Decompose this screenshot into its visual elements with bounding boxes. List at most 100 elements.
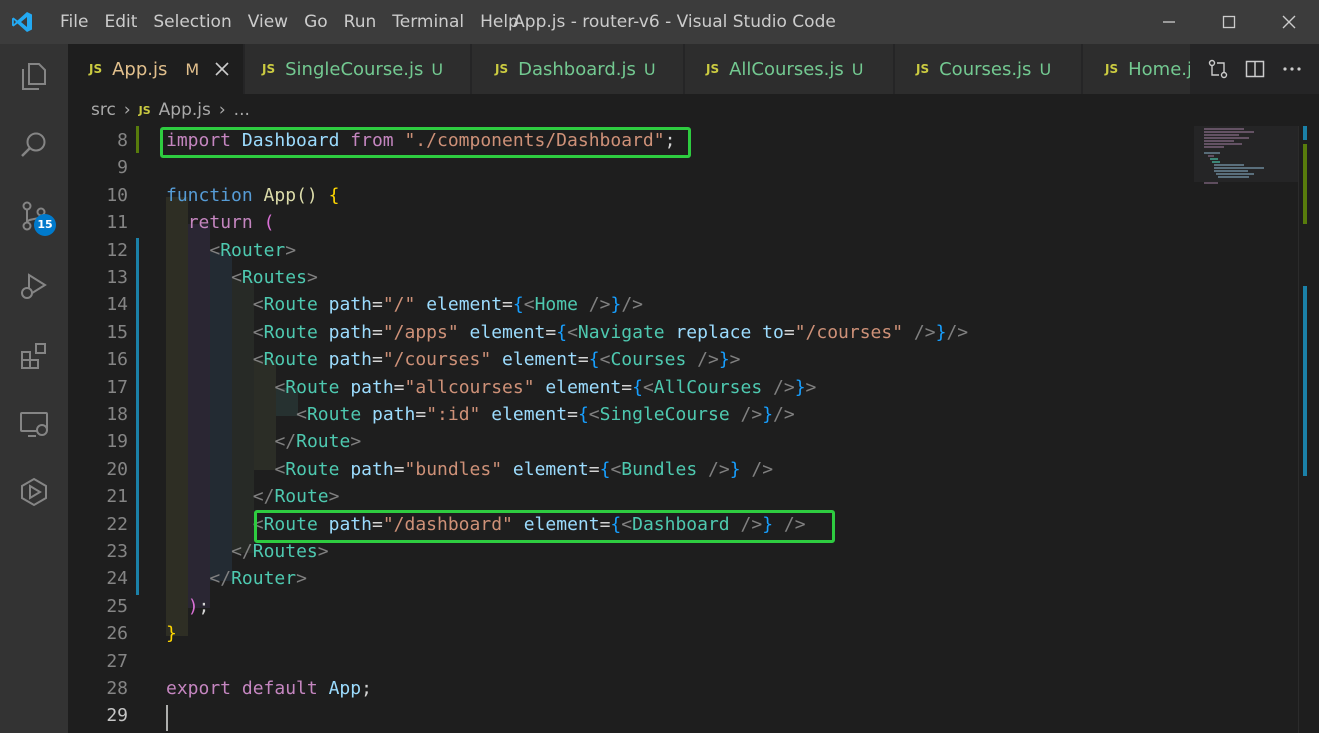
- line-number: 19: [106, 431, 128, 453]
- line-code: <Routes>: [231, 267, 318, 288]
- tab-courses-js[interactable]: JS Courses.js U: [895, 44, 1082, 94]
- tab-status-untracked: U: [643, 59, 656, 79]
- code-line: 11 return (: [68, 209, 1194, 236]
- line-number: 11: [106, 212, 128, 234]
- code-line: 10 function App() {: [68, 182, 1194, 209]
- code-line: 16 <Route path="/courses" element={<Cour…: [68, 346, 1194, 373]
- open-changes-icon[interactable]: [1207, 58, 1229, 80]
- line-code: <Route path="bundles" element={<Bundles …: [274, 458, 774, 480]
- line-code: <Route path="/" element={<Home />}/>: [252, 294, 643, 316]
- line-number: 21: [106, 486, 128, 508]
- js-file-icon: JS: [1105, 62, 1119, 76]
- tab-label: Dashboard.js: [518, 58, 636, 80]
- minimap[interactable]: [1194, 126, 1298, 733]
- breadcrumb-file[interactable]: App.js: [159, 100, 211, 120]
- line-code: }: [166, 623, 177, 645]
- line-number: 9: [117, 157, 128, 179]
- line-code: </Route>: [274, 431, 362, 453]
- chevron-right-icon: ›: [218, 100, 226, 120]
- line-number: 10: [106, 184, 128, 206]
- tab-app-js[interactable]: JS App.js M: [68, 44, 244, 94]
- tab-home-js[interactable]: JS Home.j: [1083, 44, 1191, 94]
- code-line: 20 <Route path="bundles" element={<Bundl…: [68, 456, 1194, 483]
- code-line: 12 <Router>: [68, 237, 1194, 264]
- menu-view[interactable]: View: [240, 0, 296, 44]
- line-number: 24: [106, 568, 128, 590]
- vertical-scrollbar[interactable]: [1298, 126, 1319, 733]
- menu-file[interactable]: File: [44, 0, 96, 44]
- explorer-icon[interactable]: [0, 48, 68, 104]
- line-number: 8: [117, 130, 128, 151]
- line-code: return (: [187, 212, 275, 234]
- menu-selection[interactable]: Selection: [145, 0, 239, 44]
- maximize-button[interactable]: [1199, 0, 1259, 44]
- breadcrumb-symbol[interactable]: ...: [234, 100, 250, 120]
- minimize-button[interactable]: [1139, 0, 1199, 44]
- chevron-right-icon: ›: [123, 100, 131, 120]
- line-number: 14: [106, 294, 128, 316]
- menu-help[interactable]: Help: [472, 0, 527, 44]
- highlight-box-import: [160, 127, 691, 158]
- js-file-icon: JS: [262, 62, 276, 76]
- code-line: 28 export default App;: [68, 675, 1194, 702]
- split-editor-icon[interactable]: [1244, 58, 1266, 80]
- line-code: <Route path="/apps" element={<Navigate r…: [252, 321, 969, 343]
- code-editor[interactable]: 8 import Dashboard from "./components/Das…: [68, 126, 1194, 733]
- menu-terminal[interactable]: Terminal: [384, 0, 472, 44]
- scrollbar-marker: [1303, 126, 1307, 140]
- menu-run[interactable]: Run: [336, 0, 385, 44]
- code-line: 24 </Router>: [68, 565, 1194, 592]
- tab-allcourses-js[interactable]: JS AllCourses.js U: [685, 44, 894, 94]
- scrollbar-marker: [1303, 144, 1307, 224]
- line-code: </Route>: [252, 486, 340, 508]
- js-file-icon: JS: [138, 103, 151, 117]
- line-number: 26: [106, 623, 128, 645]
- live-share-icon[interactable]: [0, 464, 68, 520]
- code-line: 27: [68, 648, 1194, 675]
- search-icon[interactable]: [0, 117, 68, 173]
- close-tab-icon[interactable]: [213, 60, 231, 78]
- line-number: 20: [106, 458, 128, 480]
- menu-edit[interactable]: Edit: [96, 0, 145, 44]
- menu-go[interactable]: Go: [296, 0, 336, 44]
- code-line: 13 <Routes>: [68, 264, 1194, 291]
- line-number: 25: [106, 595, 128, 617]
- source-control-icon[interactable]: 15: [0, 188, 68, 244]
- line-code: );: [187, 595, 210, 617]
- activity-bar: 15: [0, 44, 68, 733]
- code-line: 9: [68, 154, 1194, 181]
- code-line: 25 );: [68, 593, 1194, 620]
- js-file-icon: JS: [495, 62, 509, 76]
- code-line: 26}: [68, 620, 1194, 647]
- tab-singlecourse-js[interactable]: JS SingleCourse.js U: [245, 44, 471, 94]
- js-file-icon: JS: [706, 62, 720, 76]
- line-code: <Route path="/courses" element={<Courses…: [252, 349, 741, 371]
- source-control-badge: 15: [34, 214, 56, 236]
- line-number: 27: [106, 650, 128, 672]
- code-line: 15 <Route path="/apps" element={<Navigat…: [68, 319, 1194, 346]
- tab-dashboard-js[interactable]: JS Dashboard.js U: [472, 44, 684, 94]
- tab-label: SingleCourse.js: [285, 58, 424, 80]
- remote-explorer-icon[interactable]: [0, 396, 68, 452]
- minimap-preview: [1194, 126, 1298, 184]
- line-number: 13: [106, 267, 128, 288]
- breadcrumb-folder[interactable]: src: [91, 100, 116, 120]
- run-debug-icon[interactable]: [0, 258, 68, 314]
- title-bar: File Edit Selection View Go Run Terminal…: [0, 0, 1319, 44]
- tab-label: Courses.js: [939, 58, 1032, 80]
- line-number: 23: [106, 541, 128, 562]
- line-number: 28: [106, 678, 128, 699]
- vscode-logo-icon: [0, 0, 44, 44]
- line-code: <Router>: [209, 239, 297, 261]
- extensions-icon[interactable]: [0, 328, 68, 384]
- code-line: 21 </Route>: [68, 483, 1194, 510]
- code-line: 17 <Route path="allcourses" element={<Al…: [68, 374, 1194, 401]
- line-code: function App() {: [166, 184, 340, 206]
- line-number: 17: [106, 376, 128, 398]
- more-actions-icon[interactable]: [1281, 58, 1303, 80]
- js-file-icon: JS: [89, 62, 103, 76]
- line-number: 29: [106, 705, 128, 727]
- window-controls: [1139, 0, 1319, 44]
- tab-status-untracked: U: [431, 59, 444, 79]
- close-window-button[interactable]: [1259, 0, 1319, 44]
